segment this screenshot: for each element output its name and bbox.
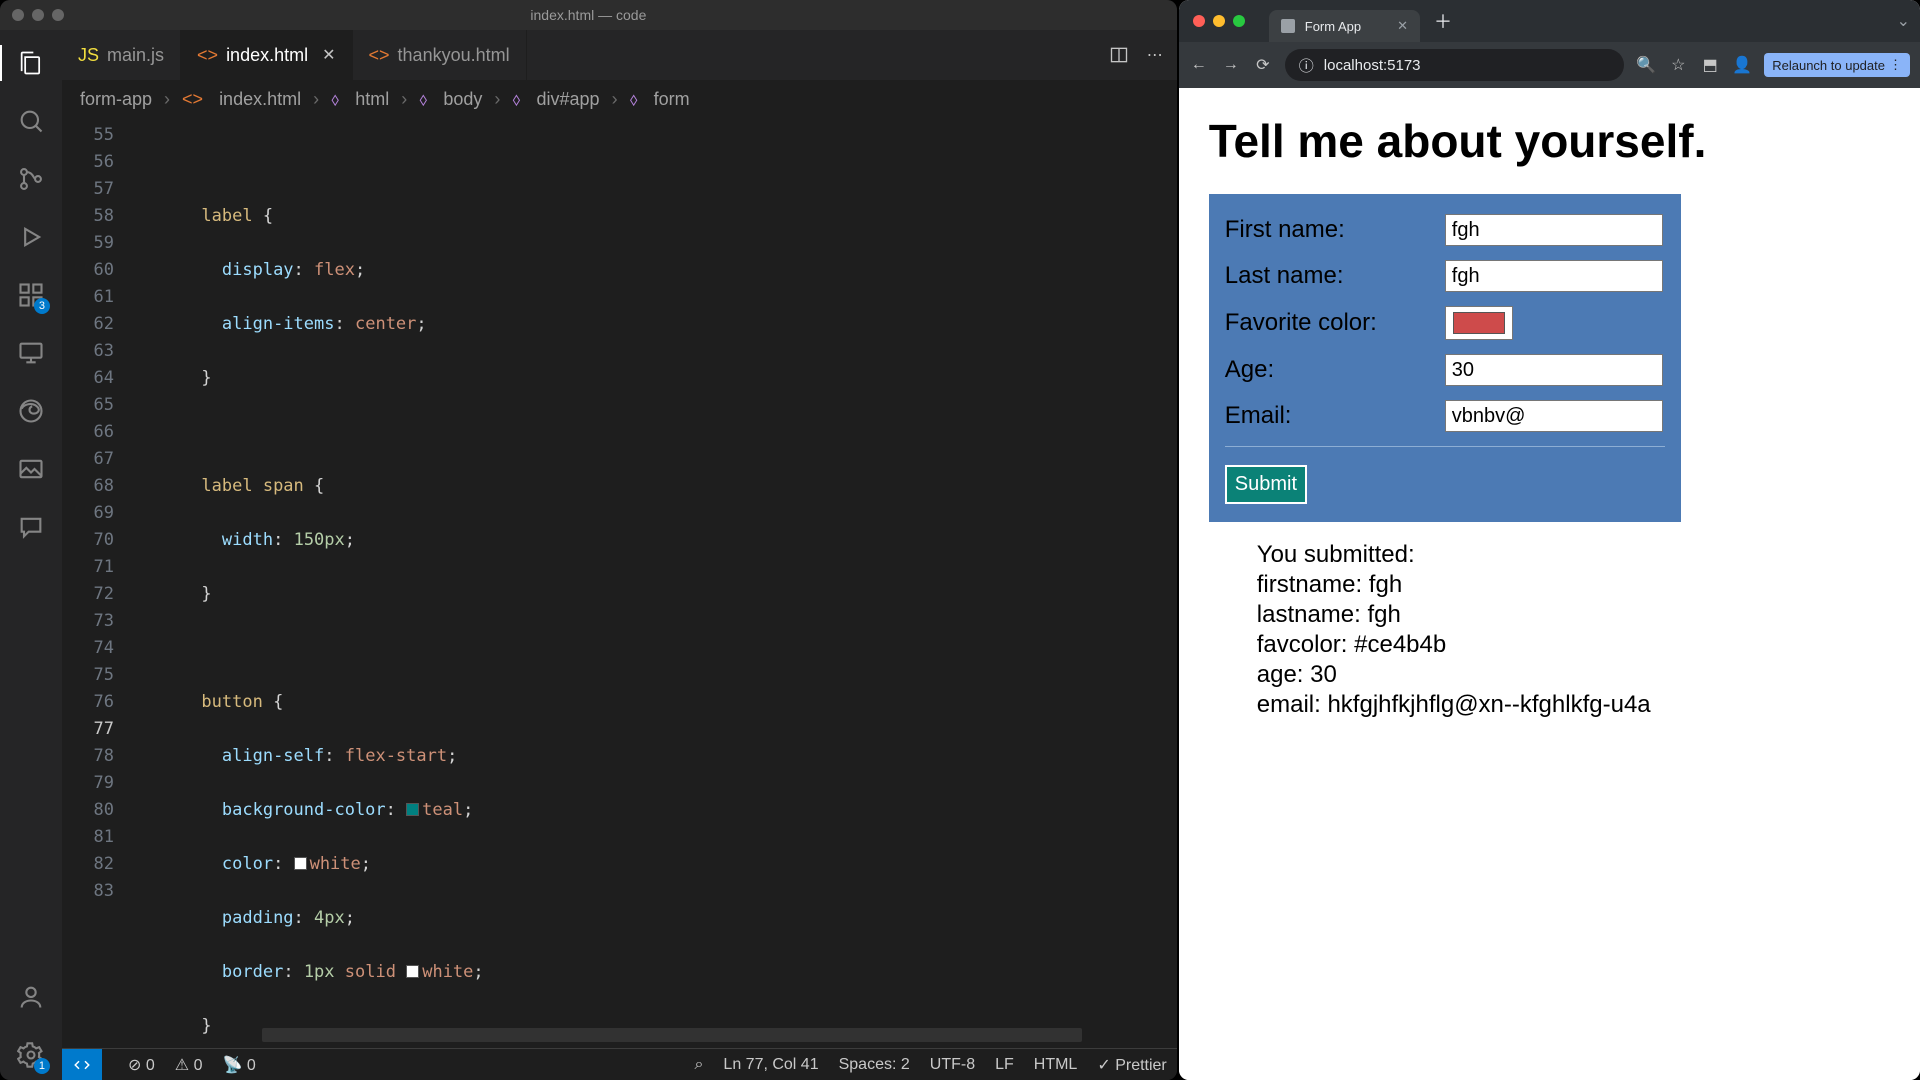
status-radio[interactable]: 📡 0: [222, 1055, 255, 1075]
status-formatter[interactable]: ✓ Prettier: [1097, 1055, 1166, 1075]
browser-toolbar: ← → ⟳ ⓘ localhost:5173 🔍 ☆ ⬒ 👤 Relaunch …: [1179, 42, 1920, 88]
traffic-zoom-icon[interactable]: [1233, 15, 1245, 27]
tab-label: main.js: [107, 45, 164, 66]
site-info-icon[interactable]: ⓘ: [1299, 55, 1314, 76]
email-input[interactable]: [1445, 400, 1663, 432]
window-title: index.html — code: [530, 7, 646, 23]
line-gutter: 5556575859606162636465666768697071727374…: [62, 118, 132, 1048]
activity-bar: 3 1: [0, 30, 62, 1080]
age-input[interactable]: [1445, 354, 1663, 386]
submit-button[interactable]: Submit: [1225, 465, 1307, 504]
remote-indicator-icon[interactable]: [62, 1049, 102, 1080]
status-errors[interactable]: ⊘ 0: [128, 1055, 155, 1075]
status-cursor-position[interactable]: Ln 77, Col 41: [723, 1056, 818, 1074]
forward-button[interactable]: →: [1221, 56, 1241, 74]
email-label: Email:: [1225, 402, 1445, 430]
output-line: favcolor: #ce4b4b: [1257, 630, 1890, 660]
firstname-label: First name:: [1225, 216, 1445, 244]
output-line: age: 30: [1257, 660, 1890, 690]
browser-tab-title: Form App: [1305, 19, 1361, 34]
favcolor-label: Favorite color:: [1225, 309, 1445, 337]
more-icon[interactable]: ⋯: [1147, 45, 1163, 65]
status-indent[interactable]: Spaces: 2: [839, 1056, 910, 1074]
output-line: lastname: fgh: [1257, 600, 1890, 630]
breadcrumb-item[interactable]: form: [654, 89, 690, 110]
editor-tabbar: JSmain.js <>index.html✕ <>thankyou.html …: [62, 30, 1177, 80]
profile-icon[interactable]: 👤: [1732, 55, 1752, 75]
extensions-badge: 3: [34, 298, 50, 314]
tab-thankyou-html[interactable]: <>thankyou.html: [353, 30, 527, 80]
favicon-icon: [1281, 19, 1295, 33]
page-content: Tell me about yourself. First name: Last…: [1179, 88, 1920, 1080]
close-icon[interactable]: ✕: [1397, 18, 1408, 34]
traffic-minimize-icon[interactable]: [32, 9, 44, 21]
settings-badge: 1: [34, 1058, 50, 1074]
extensions-icon[interactable]: 3: [16, 280, 46, 310]
traffic-zoom-icon[interactable]: [52, 9, 64, 21]
status-eol[interactable]: LF: [995, 1056, 1014, 1074]
relaunch-button[interactable]: Relaunch to update ⋮: [1764, 53, 1910, 77]
install-icon[interactable]: ⬒: [1700, 55, 1720, 75]
breadcrumbs[interactable]: form-app› <>index.html› ⬨html› ⬨body› ⬨d…: [62, 80, 1177, 118]
form-card: First name: Last name: Favorite color: A…: [1209, 194, 1681, 522]
browser-tabstrip: Form App ✕ ＋ ⌄: [1179, 0, 1920, 42]
tabs-menu-icon[interactable]: ⌄: [1897, 11, 1910, 31]
traffic-close-icon[interactable]: [1193, 15, 1205, 27]
status-search-icon[interactable]: ⌕: [694, 1056, 703, 1074]
status-warnings[interactable]: ⚠ 0: [175, 1055, 203, 1075]
tab-label: index.html: [226, 45, 308, 66]
submission-output: You submitted: firstname: fgh lastname: …: [1209, 540, 1890, 720]
page-title: Tell me about yourself.: [1209, 114, 1890, 168]
code-editor[interactable]: 5556575859606162636465666768697071727374…: [62, 118, 1177, 1048]
account-icon[interactable]: [16, 982, 46, 1012]
tab-main-js[interactable]: JSmain.js: [62, 30, 181, 80]
breadcrumb-item[interactable]: div#app: [537, 89, 600, 110]
browser-tab[interactable]: Form App ✕: [1269, 10, 1420, 42]
settings-gear-icon[interactable]: 1: [16, 1040, 46, 1070]
breadcrumb-item[interactable]: html: [355, 89, 389, 110]
edge-icon[interactable]: [16, 396, 46, 426]
horizontal-scrollbar[interactable]: [222, 1028, 1165, 1042]
output-line: firstname: fgh: [1257, 570, 1890, 600]
vscode-window: index.html — code 3 1 JS: [0, 0, 1177, 1080]
vscode-titlebar: index.html — code: [0, 0, 1177, 30]
close-icon[interactable]: ✕: [322, 45, 335, 65]
lastname-label: Last name:: [1225, 262, 1445, 290]
breadcrumb-item[interactable]: form-app: [80, 89, 152, 110]
favcolor-input[interactable]: [1445, 306, 1513, 340]
status-language[interactable]: HTML: [1034, 1056, 1078, 1074]
age-label: Age:: [1225, 356, 1445, 384]
browser-window: Form App ✕ ＋ ⌄ ← → ⟳ ⓘ localhost:5173 🔍 …: [1179, 0, 1920, 1080]
lastname-input[interactable]: [1445, 260, 1663, 292]
source-control-icon[interactable]: [16, 164, 46, 194]
url-text: localhost:5173: [1324, 57, 1421, 74]
form-divider: [1225, 446, 1665, 447]
reload-button[interactable]: ⟳: [1253, 55, 1273, 75]
firstname-input[interactable]: [1445, 214, 1663, 246]
status-bar: ⊘ 0 ⚠ 0 📡 0 ⌕ Ln 77, Col 41 Spaces: 2 UT…: [62, 1048, 1177, 1080]
search-icon[interactable]: [16, 106, 46, 136]
breadcrumb-item[interactable]: body: [443, 89, 482, 110]
output-line: email: hkfgjhfkjhflg@xn--kfghlkfg-u4a: [1257, 690, 1890, 720]
image-icon[interactable]: [16, 454, 46, 484]
bookmark-icon[interactable]: ☆: [1668, 55, 1688, 75]
status-encoding[interactable]: UTF-8: [930, 1056, 975, 1074]
back-button[interactable]: ←: [1189, 56, 1209, 74]
tab-label: thankyou.html: [398, 45, 510, 66]
traffic-close-icon[interactable]: [12, 9, 24, 21]
traffic-minimize-icon[interactable]: [1213, 15, 1225, 27]
tab-index-html[interactable]: <>index.html✕: [181, 30, 352, 80]
address-bar[interactable]: ⓘ localhost:5173: [1285, 49, 1624, 81]
split-editor-icon[interactable]: [1109, 45, 1129, 65]
remote-explorer-icon[interactable]: [16, 338, 46, 368]
comment-icon[interactable]: [16, 512, 46, 542]
zoom-icon[interactable]: 🔍: [1636, 55, 1656, 75]
breadcrumb-item[interactable]: index.html: [219, 89, 301, 110]
run-debug-icon[interactable]: [16, 222, 46, 252]
explorer-icon[interactable]: [16, 48, 46, 78]
output-header: You submitted:: [1257, 540, 1890, 570]
new-tab-button[interactable]: ＋: [1434, 8, 1452, 34]
